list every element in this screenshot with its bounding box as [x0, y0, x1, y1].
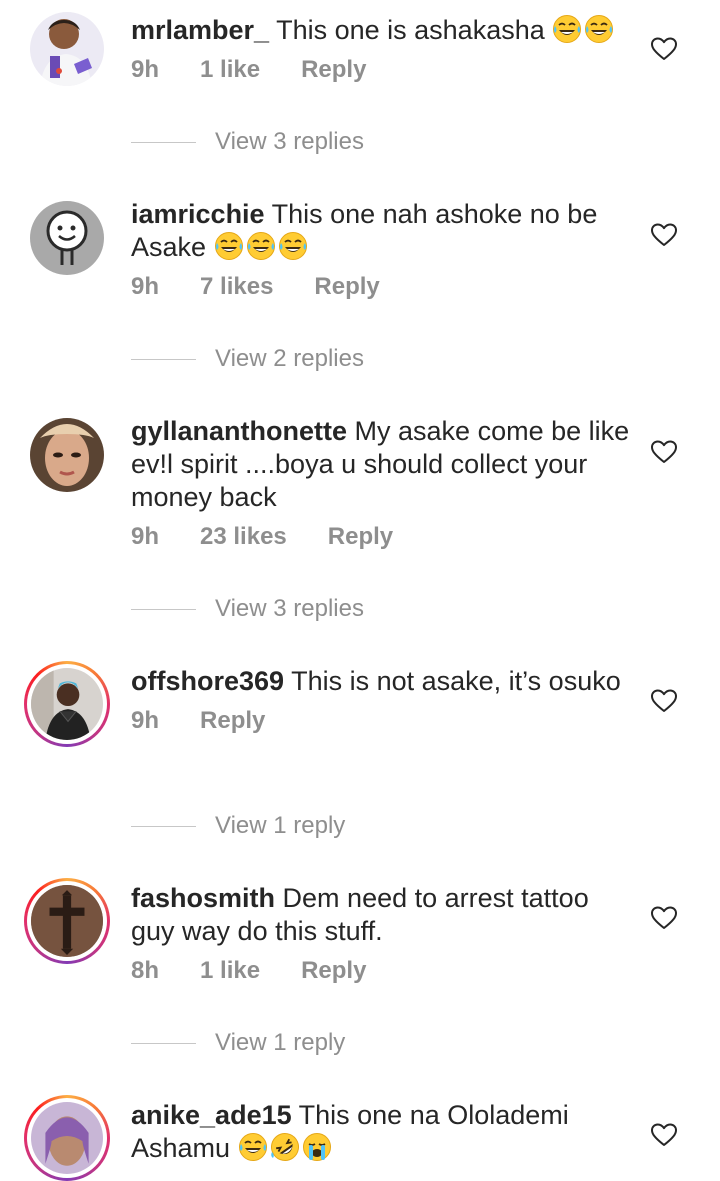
comment-text: anike_ade15 This one na Ololademi Ashamu [131, 1099, 631, 1165]
avatar-image [31, 885, 103, 957]
comment-meta: 9h 7 likes Reply [131, 273, 631, 301]
comment-time: 9h [131, 273, 160, 300]
view-replies-button[interactable]: View 2 replies [131, 345, 364, 373]
comment-username[interactable]: anike_ade15 [131, 1100, 292, 1130]
joy-emoji-icon [278, 231, 307, 261]
avatar-image [31, 1102, 103, 1174]
joy-emoji-icon [552, 14, 582, 44]
comment-meta: 8h 1 like Reply [131, 957, 631, 985]
story-ring-avatar[interactable] [24, 878, 110, 964]
rofl-emoji-icon [269, 1132, 300, 1162]
avatar[interactable] [30, 418, 104, 492]
avatar[interactable] [30, 201, 104, 275]
avatar-image [30, 418, 104, 492]
comment-meta: 9h 23 likes Reply [131, 523, 631, 551]
view-replies-button[interactable]: View 1 reply [131, 1029, 345, 1057]
reply-button[interactable]: Reply [314, 273, 379, 301]
divider-line [131, 141, 196, 143]
comment-time: 9h [131, 523, 160, 550]
story-ring-avatar[interactable] [24, 661, 110, 747]
divider-line [131, 608, 196, 610]
comment-text: offshore369 This is not asake, it’s osuk… [131, 666, 621, 696]
comment-text: fashosmith Dem need to arrest tattoo guy… [131, 883, 589, 946]
avatar-image [30, 12, 104, 86]
joy-emoji-icon [238, 1132, 267, 1162]
story-ring-avatar[interactable] [24, 1095, 110, 1181]
comment-username[interactable]: gyllananthonette [131, 416, 347, 446]
divider-line [131, 825, 196, 827]
comment-likes[interactable]: 23 likes [200, 523, 287, 551]
like-heart-icon[interactable] [651, 223, 677, 247]
comment-time: 8h [131, 957, 160, 984]
divider-line [131, 1042, 196, 1044]
comment-likes[interactable]: 7 likes [200, 273, 273, 301]
avatar-image [30, 201, 104, 275]
view-replies-button[interactable]: View 3 replies [131, 595, 364, 623]
divider-line [131, 358, 196, 360]
like-heart-icon[interactable] [651, 1123, 677, 1147]
reply-button[interactable]: Reply [328, 523, 393, 551]
comment-username[interactable]: fashosmith [131, 883, 275, 913]
comment-time: 9h [131, 707, 160, 734]
comment-username[interactable]: mrlamber_ [131, 15, 269, 45]
comment-meta: 9h Reply [131, 707, 631, 735]
comment-meta: 9h 1 like Reply [131, 56, 631, 84]
view-replies-button[interactable]: View 1 reply [131, 812, 345, 840]
comment-likes[interactable]: 1 like [200, 957, 260, 985]
like-heart-icon[interactable] [651, 37, 677, 61]
comment-likes[interactable]: 1 like [200, 56, 260, 84]
joy-emoji-icon [246, 231, 275, 261]
reply-button[interactable]: Reply [301, 56, 366, 84]
reply-button[interactable]: Reply [301, 957, 366, 985]
comment-text: iamricchie This one nah ashoke no be Asa… [131, 199, 598, 262]
reply-button[interactable]: Reply [200, 707, 265, 735]
like-heart-icon[interactable] [651, 906, 677, 930]
joy-emoji-icon [584, 14, 614, 44]
like-heart-icon[interactable] [651, 689, 677, 713]
view-replies-button[interactable]: View 3 replies [131, 128, 364, 156]
sob-emoji-icon [302, 1132, 331, 1162]
comment-text: mrlamber_ This one is ashakasha [131, 14, 631, 47]
like-heart-icon[interactable] [651, 440, 677, 464]
comment-text: gyllananthonette My asake come be like e… [131, 416, 630, 512]
comment-username[interactable]: offshore369 [131, 666, 284, 696]
avatar[interactable] [30, 12, 104, 86]
comment-time: 9h [131, 56, 160, 83]
comment-username[interactable]: iamricchie [131, 199, 265, 229]
joy-emoji-icon [214, 231, 243, 261]
avatar-image [31, 668, 103, 740]
